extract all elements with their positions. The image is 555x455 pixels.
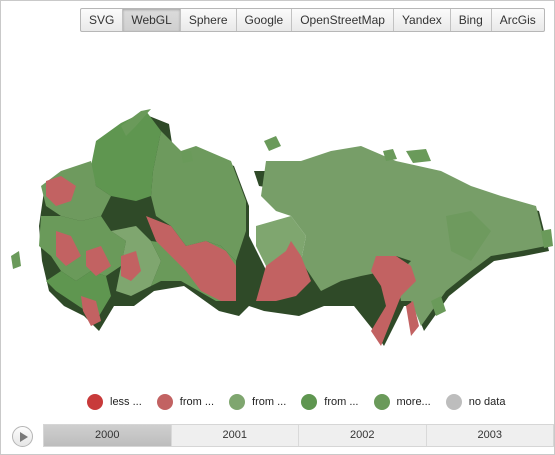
legend-swatch — [156, 394, 173, 410]
timeline-track[interactable]: 2000 2001 2002 2003 — [43, 424, 554, 447]
legend-item[interactable]: from ... — [229, 394, 286, 410]
map-widget: SVG WebGL Sphere Google OpenStreetMap Ya… — [0, 0, 555, 455]
legend-label: more... — [396, 396, 431, 408]
timeline-year[interactable]: 2002 — [299, 425, 427, 446]
timeline-year[interactable]: 2000 — [44, 425, 172, 446]
legend-item[interactable]: less ... — [87, 394, 142, 410]
legend-label: no data — [468, 396, 506, 408]
legend-item[interactable]: no data — [445, 394, 506, 410]
play-icon — [20, 432, 28, 442]
legend-label: from ... — [252, 396, 287, 408]
webgl-button[interactable]: WebGL — [123, 9, 181, 31]
timeline-year[interactable]: 2003 — [427, 425, 554, 446]
map-legend: less ... from ... from ... from ... more… — [87, 393, 520, 411]
legend-swatch — [445, 394, 462, 410]
sphere-button[interactable]: Sphere — [181, 9, 237, 31]
timeline-year[interactable]: 2001 — [172, 425, 299, 446]
legend-item[interactable]: from ... — [301, 394, 359, 410]
bing-button[interactable]: Bing — [451, 9, 492, 31]
legend-swatch — [301, 394, 318, 410]
legend-item[interactable]: from ... — [156, 394, 215, 410]
openstreetmap-button[interactable]: OpenStreetMap — [292, 9, 394, 31]
google-button[interactable]: Google — [237, 9, 293, 31]
yandex-button[interactable]: Yandex — [394, 9, 451, 31]
legend-label: less ... — [110, 396, 142, 408]
legend-label: from ... — [324, 396, 359, 408]
legend-swatch — [229, 394, 246, 410]
russia-3d-map[interactable] — [1, 96, 555, 361]
map-type-toolbar: SVG WebGL Sphere Google OpenStreetMap Ya… — [80, 8, 545, 32]
legend-swatch — [87, 394, 103, 410]
svg-button[interactable]: SVG — [81, 9, 124, 31]
arcgis-button[interactable]: ArcGis — [492, 9, 544, 31]
legend-label: from ... — [179, 396, 215, 408]
play-button[interactable] — [12, 426, 33, 447]
timeline: 2000 2001 2002 2003 — [1, 421, 554, 454]
legend-item[interactable]: more... — [373, 394, 431, 410]
legend-swatch — [373, 394, 390, 410]
